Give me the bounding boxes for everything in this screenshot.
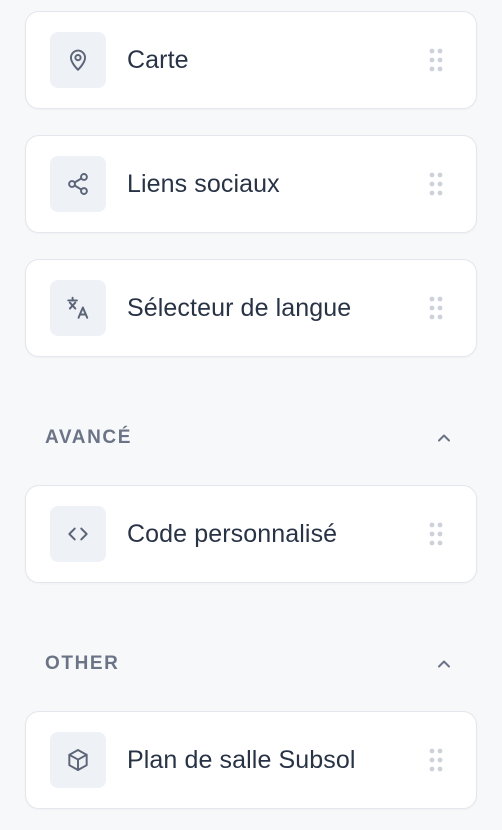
drag-handle-icon[interactable] (428, 521, 444, 547)
block-card-carte[interactable]: Carte (25, 11, 477, 109)
block-card-plan-de-salle-subsol[interactable]: Plan de salle Subsol (25, 711, 477, 809)
code-icon (50, 506, 106, 562)
block-card-label: Sélecteur de langue (127, 294, 352, 322)
block-card-code-personnalise[interactable]: Code personnalisé (25, 485, 477, 583)
section-title: OTHER (45, 653, 120, 674)
chevron-up-icon[interactable] (435, 655, 453, 673)
section-header-avance[interactable]: AVANCÉ (25, 418, 477, 458)
block-card-label: Plan de salle Subsol (127, 746, 356, 774)
section-title: AVANCÉ (45, 427, 133, 448)
block-card-label: Code personnalisé (127, 520, 338, 548)
chevron-up-icon[interactable] (435, 429, 453, 447)
cube-icon (50, 732, 106, 788)
drag-handle-icon[interactable] (428, 47, 444, 73)
drag-handle-icon[interactable] (428, 747, 444, 773)
drag-handle-icon[interactable] (428, 295, 444, 321)
translate-icon (50, 280, 106, 336)
drag-handle-icon[interactable] (428, 171, 444, 197)
block-card-selecteur-de-langue[interactable]: Sélecteur de langue (25, 259, 477, 357)
map-pin-icon (50, 32, 106, 88)
block-card-label: Carte (127, 46, 189, 74)
block-card-liens-sociaux[interactable]: Liens sociaux (25, 135, 477, 233)
section-header-other[interactable]: OTHER (25, 644, 477, 684)
share-icon (50, 156, 106, 212)
block-card-label: Liens sociaux (127, 170, 280, 198)
